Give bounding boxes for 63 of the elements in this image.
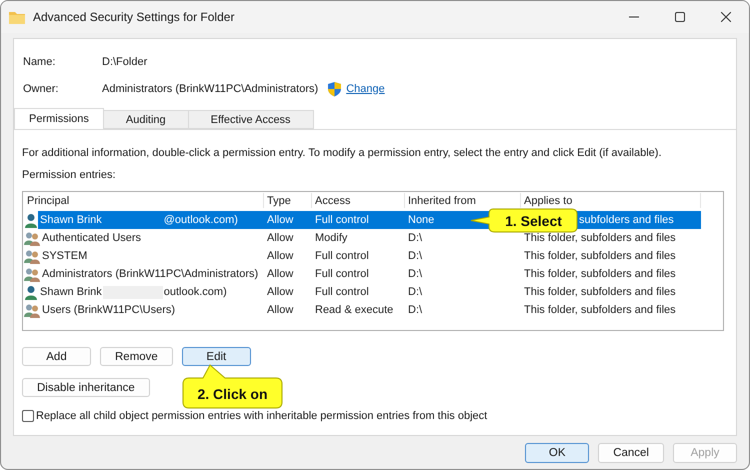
table-cell-text: This folder, subfolders and files xyxy=(523,249,677,264)
owner-value: Administrators (BrinkW11PC\Administrators) xyxy=(102,82,318,94)
shield-icon xyxy=(327,80,342,96)
table-cell-text: This folder, subfolders and files xyxy=(523,285,677,300)
table-cell-text: D:\ xyxy=(407,231,424,246)
group-icon xyxy=(24,248,40,264)
table-cell-text: Full control xyxy=(314,249,370,264)
entries-label: Permission entries: xyxy=(22,169,117,181)
user-icon xyxy=(24,212,38,228)
minimize-icon[interactable] xyxy=(629,16,639,18)
table-cell-text: Modify xyxy=(314,231,348,246)
table-cell-text: This folder, subfolders and files xyxy=(523,303,677,318)
checkbox[interactable] xyxy=(22,410,34,422)
folder-icon xyxy=(9,10,25,24)
checkbox-label: Replace all child object permission entries with inheritable permission entries from this object xyxy=(36,410,488,422)
table-cell-text: Allow xyxy=(266,303,294,318)
table-cell-text: Allow xyxy=(266,249,294,264)
column-header[interactable]: Type xyxy=(264,193,312,208)
principal-cell[interactable]: Users (BrinkW11PC\Users) xyxy=(40,301,264,319)
callout: 2. Click on xyxy=(181,364,284,410)
owner-label: Owner: xyxy=(23,82,60,94)
window-title: Advanced Security Settings for Folder xyxy=(33,10,236,24)
table-cell: Full control xyxy=(312,211,405,229)
name-value: D:\Folder xyxy=(102,56,148,68)
table-cell-text: This folder, subfolders and files xyxy=(523,231,677,246)
disable-inheritance-button[interactable]: Disable inheritance xyxy=(22,378,150,397)
principal-cell[interactable]: SYSTEM xyxy=(40,247,264,265)
table-cell-text: Full control xyxy=(314,285,370,300)
maximize-icon[interactable] xyxy=(675,12,685,22)
column-header[interactable]: Access xyxy=(312,193,405,208)
principal-cell[interactable]: Authenticated Users xyxy=(40,229,264,247)
callout: 1. Select xyxy=(470,208,579,233)
dialog-button[interactable]: OK xyxy=(525,443,590,463)
user-icon xyxy=(24,284,38,300)
group-icon xyxy=(24,266,40,282)
tab[interactable]: Permissions xyxy=(14,108,104,129)
table-cell-text: Allow xyxy=(266,267,294,282)
dialog-button[interactable]: Cancel xyxy=(598,443,664,463)
table-cell-text: D:\ xyxy=(407,285,424,300)
table-cell: Allow xyxy=(264,211,312,229)
group-icon xyxy=(24,302,40,318)
principal-cell[interactable]: Shawn Brink @outlook.com) xyxy=(38,211,264,229)
principal-cell[interactable]: Shawn Brink outlook.com) xyxy=(38,283,264,301)
close-icon[interactable] xyxy=(721,12,731,22)
table-cell-text: D:\ xyxy=(407,249,424,264)
change-link[interactable]: Change xyxy=(346,82,385,94)
table-cell-text: D:\ xyxy=(407,303,424,318)
table-cell-text: This folder, subfolders and files xyxy=(523,267,677,282)
table-cell-text: Read & execute xyxy=(314,303,394,318)
name-label: Name: xyxy=(23,56,56,68)
column-header[interactable]: Principal xyxy=(24,193,264,208)
group-icon xyxy=(24,230,40,246)
tab[interactable]: Auditing xyxy=(102,110,189,129)
entry-button[interactable]: Add xyxy=(22,347,91,366)
table-cell-text: D:\ xyxy=(407,267,424,282)
entry-button[interactable]: Remove xyxy=(100,347,173,366)
entry-button[interactable]: Edit xyxy=(182,347,251,366)
table-cell-text: Allow xyxy=(266,285,294,300)
info-text: For additional information, double-click a permission entry. To modify a permission entry, select the entry and click Edit (if available). xyxy=(22,147,663,159)
principal-cell[interactable]: Administrators (BrinkW11PC\Administrators) xyxy=(40,265,264,283)
table-cell-text: Full control xyxy=(314,267,370,282)
tab[interactable]: Effective Access xyxy=(188,110,314,129)
table-cell-text: Allow xyxy=(266,231,294,246)
